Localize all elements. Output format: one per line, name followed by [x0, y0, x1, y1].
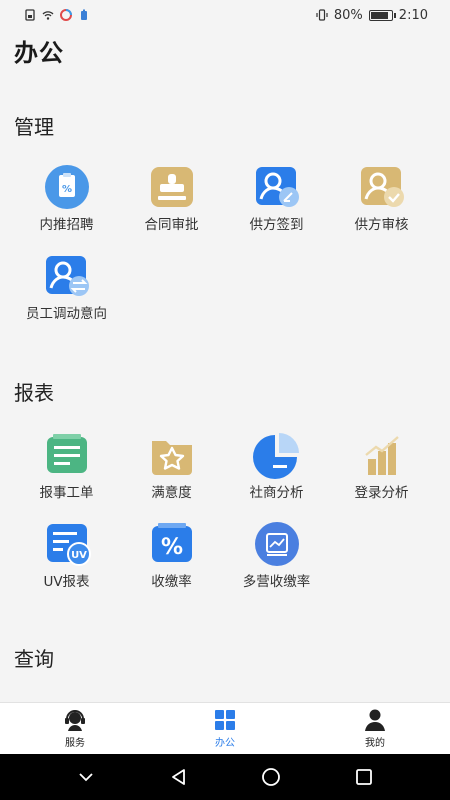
- tile-login-analysis[interactable]: 登录分析: [329, 431, 434, 520]
- recents-square-icon: [355, 769, 372, 785]
- sim-card-icon: [25, 9, 35, 21]
- nav-home-button[interactable]: [251, 757, 291, 797]
- bottom-tab-bar: 服务 办公 我的: [0, 702, 450, 754]
- office-grid-icon: [215, 709, 235, 730]
- tile-label: 多营收缴率: [242, 574, 311, 590]
- tile-label: 供方审核: [354, 217, 409, 233]
- svg-text:%: %: [160, 535, 182, 560]
- tile-community-analysis[interactable]: 社商分析: [224, 431, 329, 520]
- percent-icon: %: [146, 520, 198, 568]
- contract-stamp-icon: [146, 163, 198, 211]
- pie-chart-icon: [251, 431, 303, 479]
- tile-label: 供方签到: [249, 217, 304, 233]
- section-title-query: 查询: [14, 647, 54, 671]
- tab-label: 我的: [365, 737, 385, 749]
- tile-label: 内推招聘: [39, 217, 94, 233]
- back-triangle-icon: [171, 769, 185, 785]
- tile-label: 收缴率: [151, 574, 192, 590]
- tile-label: 合同审批: [144, 217, 199, 233]
- tab-label: 服务: [65, 737, 85, 749]
- tile-employee-transfer[interactable]: 员工调动意向: [14, 252, 119, 341]
- supplier-review-icon: [356, 163, 408, 211]
- battery-level-fill: [370, 11, 389, 19]
- tile-label: 登录分析: [354, 485, 409, 501]
- tile-satisfaction[interactable]: 满意度: [119, 431, 224, 520]
- svg-text:UV: UV: [71, 550, 87, 561]
- page-title: 办公: [14, 39, 64, 67]
- section-title-reports: 报表: [14, 381, 54, 405]
- tab-office[interactable]: 办公: [150, 703, 300, 754]
- uv-report-icon: UV: [41, 520, 93, 568]
- manage-grid: % 内推招聘 合同审批 供方签到 供方审核 员工调动意向: [14, 163, 436, 341]
- tile-supplier-checkin[interactable]: 供方签到: [224, 163, 329, 252]
- tab-profile[interactable]: 我的: [300, 703, 450, 754]
- tile-uv-report[interactable]: UV UV报表: [14, 520, 119, 609]
- status-left: [24, 9, 90, 21]
- tab-label: 办公: [215, 737, 235, 749]
- tile-supplier-review[interactable]: 供方审核: [329, 163, 434, 252]
- home-circle-icon: [262, 768, 281, 786]
- clock: 2:10: [398, 7, 428, 23]
- status-right: 80% 2:10: [316, 8, 428, 23]
- battery-percent: 80%: [333, 7, 363, 23]
- tile-collection-rate[interactable]: % 收缴率: [119, 520, 224, 609]
- reports-grid: 报事工单 满意度 社商分析 登录分析 UV UV报表 % 收缴率 多营收缴率: [14, 431, 436, 609]
- employee-transfer-icon: [41, 252, 93, 300]
- service-icon: [65, 709, 85, 731]
- tile-label: 满意度: [151, 485, 192, 501]
- tile-referral-recruit[interactable]: % 内推招聘: [14, 163, 119, 252]
- tile-work-order[interactable]: 报事工单: [14, 431, 119, 520]
- profile-icon: [365, 709, 385, 731]
- battery-saver-icon: [81, 9, 87, 20]
- bar-chart-icon: [356, 431, 408, 479]
- supplier-checkin-icon: [251, 163, 303, 211]
- tile-label: 社商分析: [249, 485, 304, 501]
- tile-label: 报事工单: [39, 485, 94, 501]
- section-title-manage: 管理: [14, 115, 54, 139]
- app-notification-icon: [60, 9, 72, 21]
- work-order-icon: [41, 431, 93, 479]
- nav-recents-button[interactable]: [344, 757, 384, 797]
- vibrate-icon: [316, 9, 328, 21]
- wifi-icon: [42, 11, 54, 20]
- tile-contract-approval[interactable]: 合同审批: [119, 163, 224, 252]
- svg-text:%: %: [61, 184, 71, 195]
- satisfaction-star-icon: [146, 431, 198, 479]
- battery-icon: [368, 9, 396, 21]
- nav-back-button[interactable]: [159, 757, 199, 797]
- nav-hide-button[interactable]: [66, 757, 106, 797]
- tile-label: 员工调动意向: [26, 306, 107, 322]
- referral-recruit-icon: %: [41, 163, 93, 211]
- tile-label: UV报表: [43, 574, 90, 590]
- tile-multi-revenue-rate[interactable]: 多营收缴率: [224, 520, 329, 609]
- multi-revenue-icon: [251, 520, 303, 568]
- system-nav-bar: [0, 754, 450, 800]
- status-bar: 80% 2:10: [0, 0, 450, 30]
- chevron-down-icon: [79, 773, 93, 782]
- tab-service[interactable]: 服务: [0, 703, 150, 754]
